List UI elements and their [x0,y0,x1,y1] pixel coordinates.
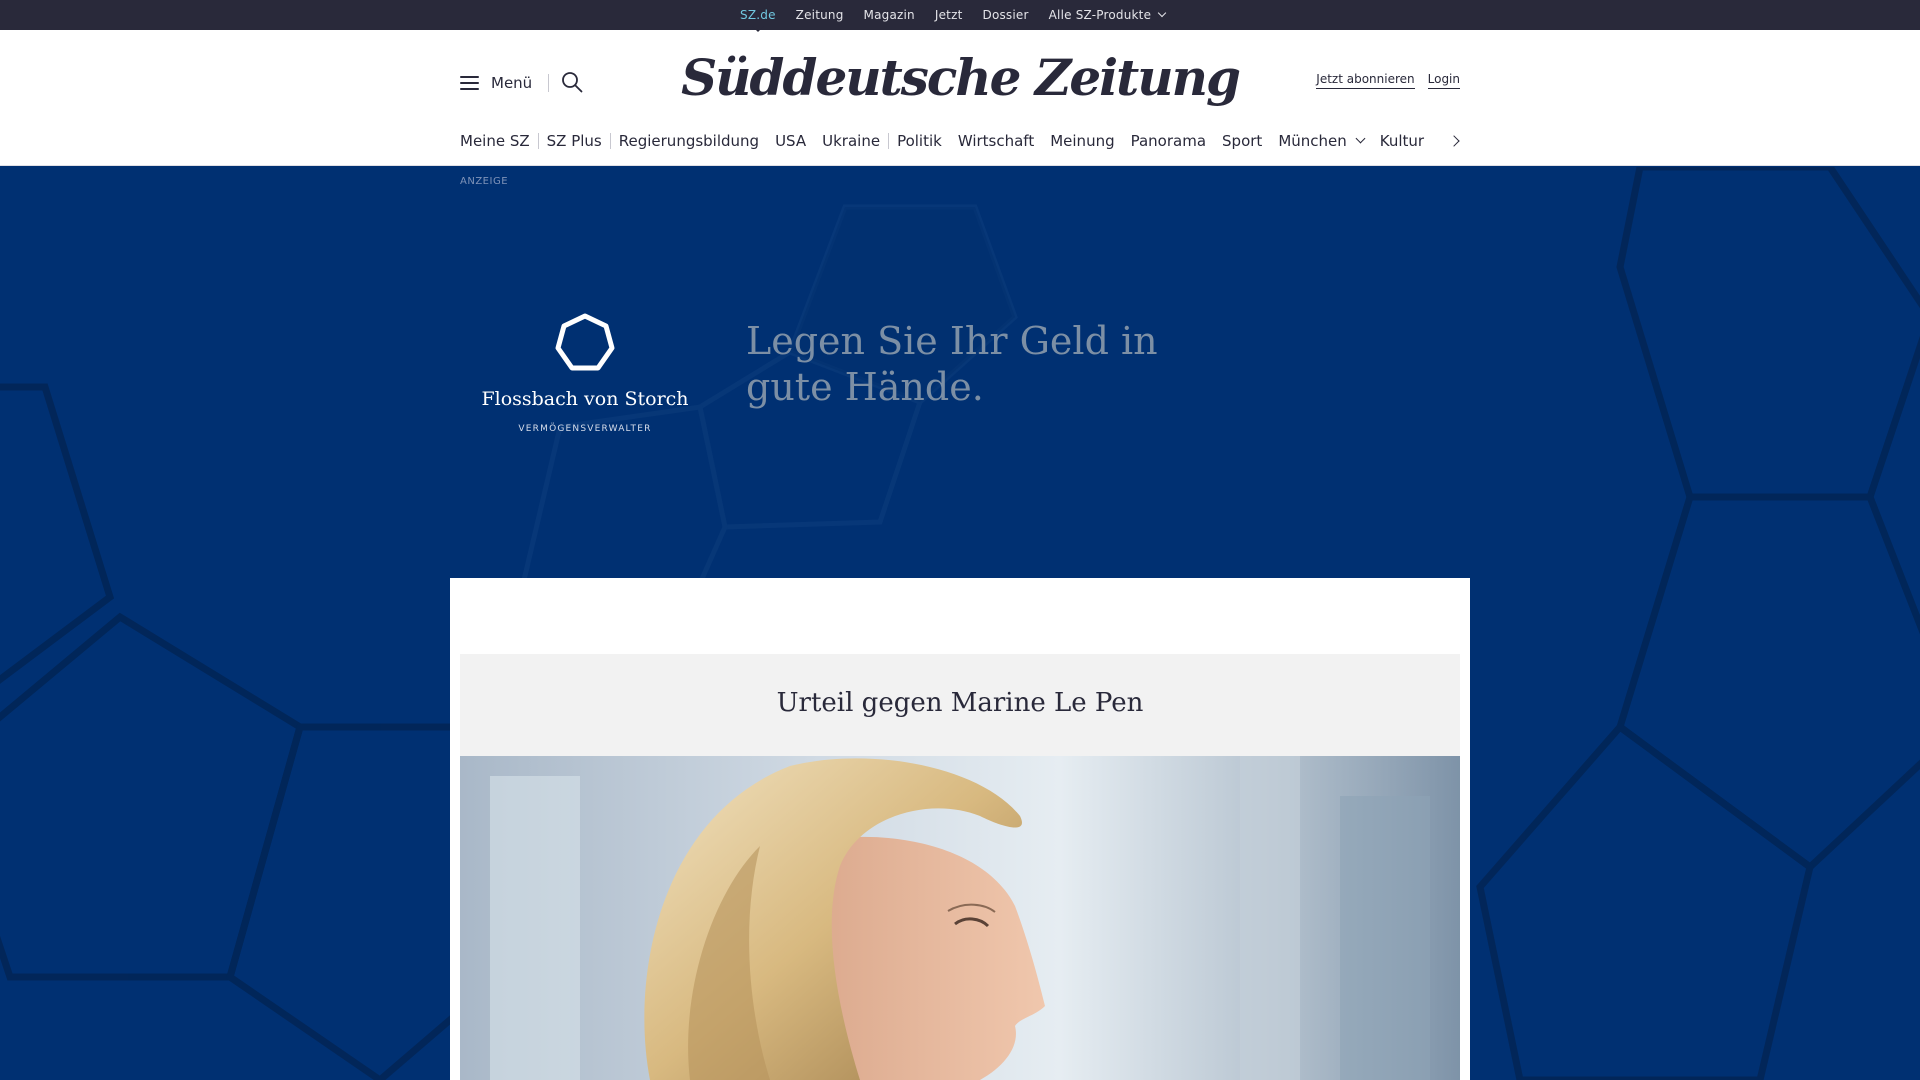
hamburger-icon [460,76,479,90]
nav-item-meine-sz[interactable]: Meine SZ [460,132,530,150]
nav-item-sport[interactable]: Sport [1222,132,1262,150]
service-link-szde[interactable]: SZ.de [740,8,776,32]
heptagon-logo-icon [555,313,615,371]
advertiser-logo[interactable]: Flossbach von Storch VERMÖGENSVERWALTER [475,312,695,434]
nav-item-panorama[interactable]: Panorama [1131,132,1206,150]
nav-item-muenchen-label: München [1278,132,1347,150]
nav-item-sz-plus[interactable]: SZ Plus [547,132,602,150]
article-teaser[interactable]: Urteil gegen Marine Le Pen [450,578,1470,1080]
account-links: Jetzt abonnieren Login [1316,72,1460,89]
nav-item-wirtschaft[interactable]: Wirtschaft [958,132,1034,150]
service-links: SZ.de Zeitung Magazin Jetzt Dossier Alle… [740,0,1167,32]
subscribe-link[interactable]: Jetzt abonnieren [1316,72,1415,89]
chevron-down-icon [1157,8,1167,18]
nav-item-meinung[interactable]: Meinung [1050,132,1114,150]
teaser-photo [460,756,1460,1080]
nav-item-kultur[interactable]: Kultur [1380,132,1424,150]
advertiser-tagline: VERMÖGENSVERWALTER [518,424,652,434]
main-navigation: Meine SZ SZ Plus Regierungsbildung USA U… [460,130,1424,152]
nav-scroll-right-button[interactable] [1448,134,1462,148]
menu-button[interactable]: Menü [460,70,532,96]
teaser-image[interactable] [460,756,1460,1080]
header-divider [548,74,549,92]
ad-claim[interactable]: Legen Sie Ihr Geld in gute Hände. [746,318,1166,410]
nav-divider [537,133,539,149]
login-link[interactable]: Login [1427,72,1460,89]
service-link-jetzt[interactable]: Jetzt [935,8,963,22]
advertiser-name: Flossbach von Storch [481,388,689,410]
chevron-down-icon [1355,133,1366,143]
service-link-all-products[interactable]: Alle SZ-Produkte [1048,8,1167,22]
search-button[interactable] [561,71,583,93]
nav-item-usa[interactable]: USA [775,132,806,150]
search-icon [562,72,583,93]
nav-item-regierungsbildung[interactable]: Regierungsbildung [619,132,759,150]
service-link-dossier[interactable]: Dossier [983,8,1029,22]
site-logo[interactable]: Süddeutsche Zeitung [600,48,1320,108]
teaser-header: Urteil gegen Marine Le Pen [460,654,1460,756]
ad-label: ANZEIGE [460,176,509,187]
site-header: Menü Süddeutsche Zeitung Jetzt abonniere… [0,30,1920,166]
all-products-label: Alle SZ-Produkte [1048,8,1152,22]
service-bar: SZ.de Zeitung Magazin Jetzt Dossier Alle… [0,0,1920,32]
service-link-magazin[interactable]: Magazin [864,8,915,22]
nav-item-ukraine[interactable]: Ukraine [822,132,880,150]
teaser-kicker[interactable]: Urteil gegen Marine Le Pen [460,688,1460,718]
service-link-zeitung[interactable]: Zeitung [796,8,844,22]
nav-item-politik[interactable]: Politik [897,132,942,150]
menu-label: Menü [491,74,533,92]
nav-divider [609,133,611,149]
nav-item-muenchen[interactable]: München [1278,132,1366,150]
nav-divider [888,133,890,149]
